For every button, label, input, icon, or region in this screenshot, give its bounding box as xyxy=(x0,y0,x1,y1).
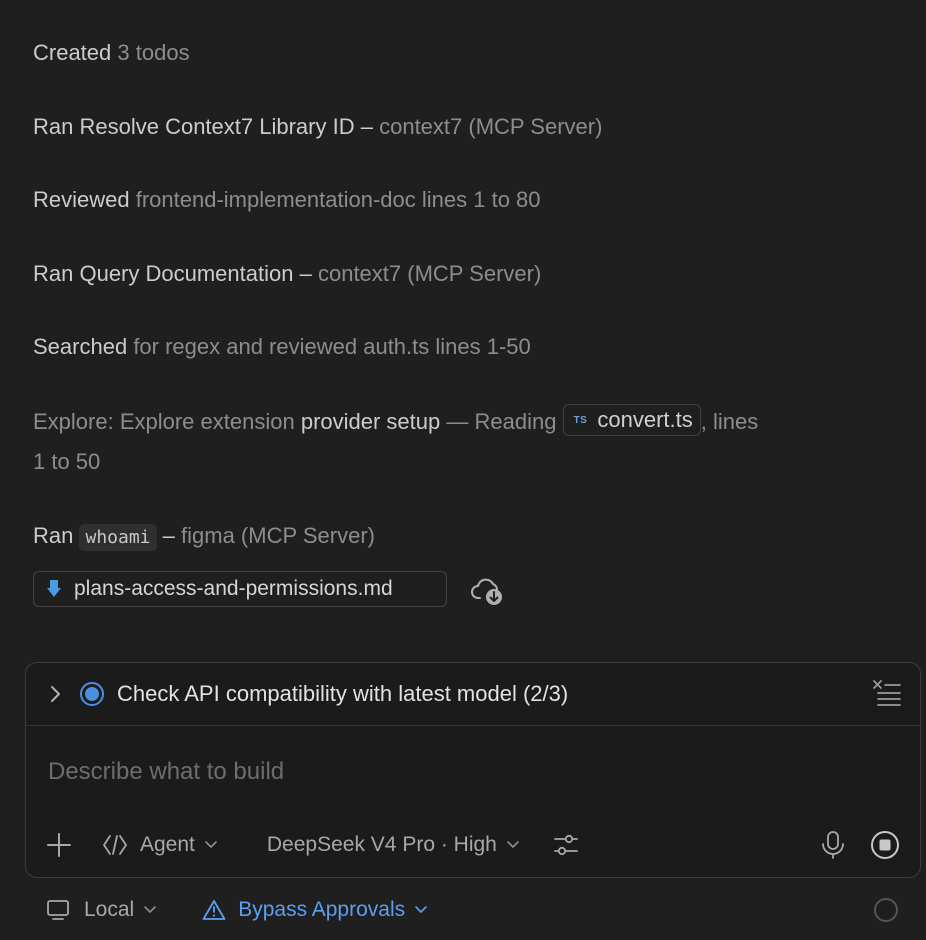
file-chip-convert-ts[interactable]: TS convert.ts xyxy=(562,404,701,437)
settings-sliders-icon[interactable] xyxy=(553,832,579,858)
todo-status-bar[interactable]: Check API compatibility with latest mode… xyxy=(26,663,920,726)
chevron-down-icon xyxy=(144,906,157,913)
reviewed-file-link[interactable]: frontend-implementation-doc lines 1 to 8… xyxy=(136,187,541,212)
status-footer: Local Bypass Approvals xyxy=(0,890,926,930)
log-reviewed: Reviewed frontend-implementation-doc lin… xyxy=(33,187,541,212)
warning-icon xyxy=(202,900,226,920)
file-pill-name: plans-access-and-permissions.md xyxy=(74,577,393,600)
log-searched: Searched for regex and reviewed auth.ts … xyxy=(33,334,531,359)
log-created: Created 3 todos xyxy=(33,40,190,65)
log-query-docs: Ran Query Documentation – context7 (MCP … xyxy=(33,261,542,286)
log-explore-line2: 1 to 50 xyxy=(33,449,101,474)
composer-toolbar: Agent DeepSeek V4 Pro · High xyxy=(26,823,920,867)
stop-generation-icon[interactable] xyxy=(870,830,900,860)
model-selector[interactable]: DeepSeek V4 Pro · High xyxy=(267,833,519,857)
log-resolve-library: Ran Resolve Context7 Library ID – contex… xyxy=(33,114,603,139)
approvals-selector[interactable]: Bypass Approvals xyxy=(202,898,439,922)
in-progress-indicator-icon xyxy=(80,682,104,706)
chevron-down-icon xyxy=(205,841,217,848)
prompt-input[interactable] xyxy=(46,751,890,793)
log-explore: Explore: Explore extension provider setu… xyxy=(33,402,758,442)
markdown-down-arrow-icon xyxy=(34,579,74,599)
clear-list-icon[interactable] xyxy=(872,679,902,707)
log-whoami: Ran whoami – figma (MCP Server) xyxy=(33,516,375,558)
chevron-down-icon xyxy=(507,841,519,848)
inline-code-whoami: whoami xyxy=(79,524,157,551)
microphone-icon[interactable] xyxy=(820,830,846,860)
add-context-icon[interactable] xyxy=(46,832,72,858)
approvals-label: Bypass Approvals xyxy=(238,898,406,921)
current-todo-label: Check API compatibility with latest mode… xyxy=(117,681,569,706)
chevron-right-icon[interactable] xyxy=(46,684,64,704)
mode-selector[interactable]: Agent xyxy=(102,833,229,857)
mode-label: Agent xyxy=(140,833,195,856)
typescript-icon: TS xyxy=(573,415,588,427)
chevron-down-icon xyxy=(415,906,427,913)
monitor-icon xyxy=(47,900,69,920)
context-usage-ring-icon[interactable] xyxy=(874,898,898,922)
composer-panel: Check API compatibility with latest mode… xyxy=(25,662,921,878)
model-label: DeepSeek V4 Pro · High xyxy=(266,833,497,856)
attached-file-pill[interactable]: plans-access-and-permissions.md xyxy=(33,571,447,607)
cloud-download-icon[interactable] xyxy=(470,576,506,606)
environment-label: Local xyxy=(84,898,135,921)
environment-selector[interactable]: Local xyxy=(46,898,170,922)
agent-mode-icon xyxy=(103,835,127,855)
